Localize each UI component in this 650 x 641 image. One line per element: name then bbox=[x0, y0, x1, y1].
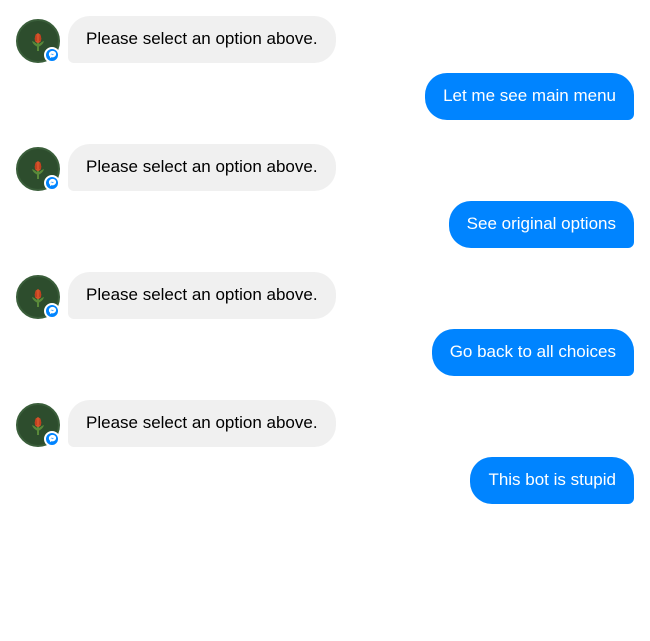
avatar bbox=[16, 403, 60, 447]
message-row: Please select an option above. bbox=[16, 272, 634, 319]
user-message-bubble: See original options bbox=[449, 201, 634, 248]
chat-container: Please select an option above. Let me se… bbox=[0, 0, 650, 641]
user-message-text: Let me see main menu bbox=[443, 86, 616, 105]
message-row: Please select an option above. bbox=[16, 144, 634, 191]
bot-message-bubble: Please select an option above. bbox=[68, 144, 336, 191]
bot-message-text: Please select an option above. bbox=[86, 157, 318, 176]
bot-message-bubble: Please select an option above. bbox=[68, 16, 336, 63]
user-message-text: See original options bbox=[467, 214, 616, 233]
avatar bbox=[16, 275, 60, 319]
messenger-badge bbox=[44, 47, 60, 63]
bot-message-bubble: Please select an option above. bbox=[68, 272, 336, 319]
messenger-badge bbox=[44, 303, 60, 319]
message-row: Let me see main menu bbox=[16, 73, 634, 120]
bot-message-text: Please select an option above. bbox=[86, 29, 318, 48]
messenger-icon bbox=[48, 50, 57, 59]
bot-message-text: Please select an option above. bbox=[86, 413, 318, 432]
user-message-bubble: This bot is stupid bbox=[470, 457, 634, 504]
messenger-badge bbox=[44, 431, 60, 447]
messenger-icon bbox=[48, 306, 57, 315]
message-row: Please select an option above. bbox=[16, 16, 634, 63]
user-message-text: This bot is stupid bbox=[488, 470, 616, 489]
avatar bbox=[16, 147, 60, 191]
message-row: See original options bbox=[16, 201, 634, 248]
bot-message-text: Please select an option above. bbox=[86, 285, 318, 304]
user-message-bubble: Let me see main menu bbox=[425, 73, 634, 120]
user-message-bubble: Go back to all choices bbox=[432, 329, 634, 376]
messenger-icon bbox=[48, 434, 57, 443]
messenger-icon bbox=[48, 178, 57, 187]
message-row: Please select an option above. bbox=[16, 400, 634, 447]
message-row: This bot is stupid bbox=[16, 457, 634, 504]
user-message-text: Go back to all choices bbox=[450, 342, 616, 361]
avatar bbox=[16, 19, 60, 63]
messenger-badge bbox=[44, 175, 60, 191]
bot-message-bubble: Please select an option above. bbox=[68, 400, 336, 447]
message-row: Go back to all choices bbox=[16, 329, 634, 376]
